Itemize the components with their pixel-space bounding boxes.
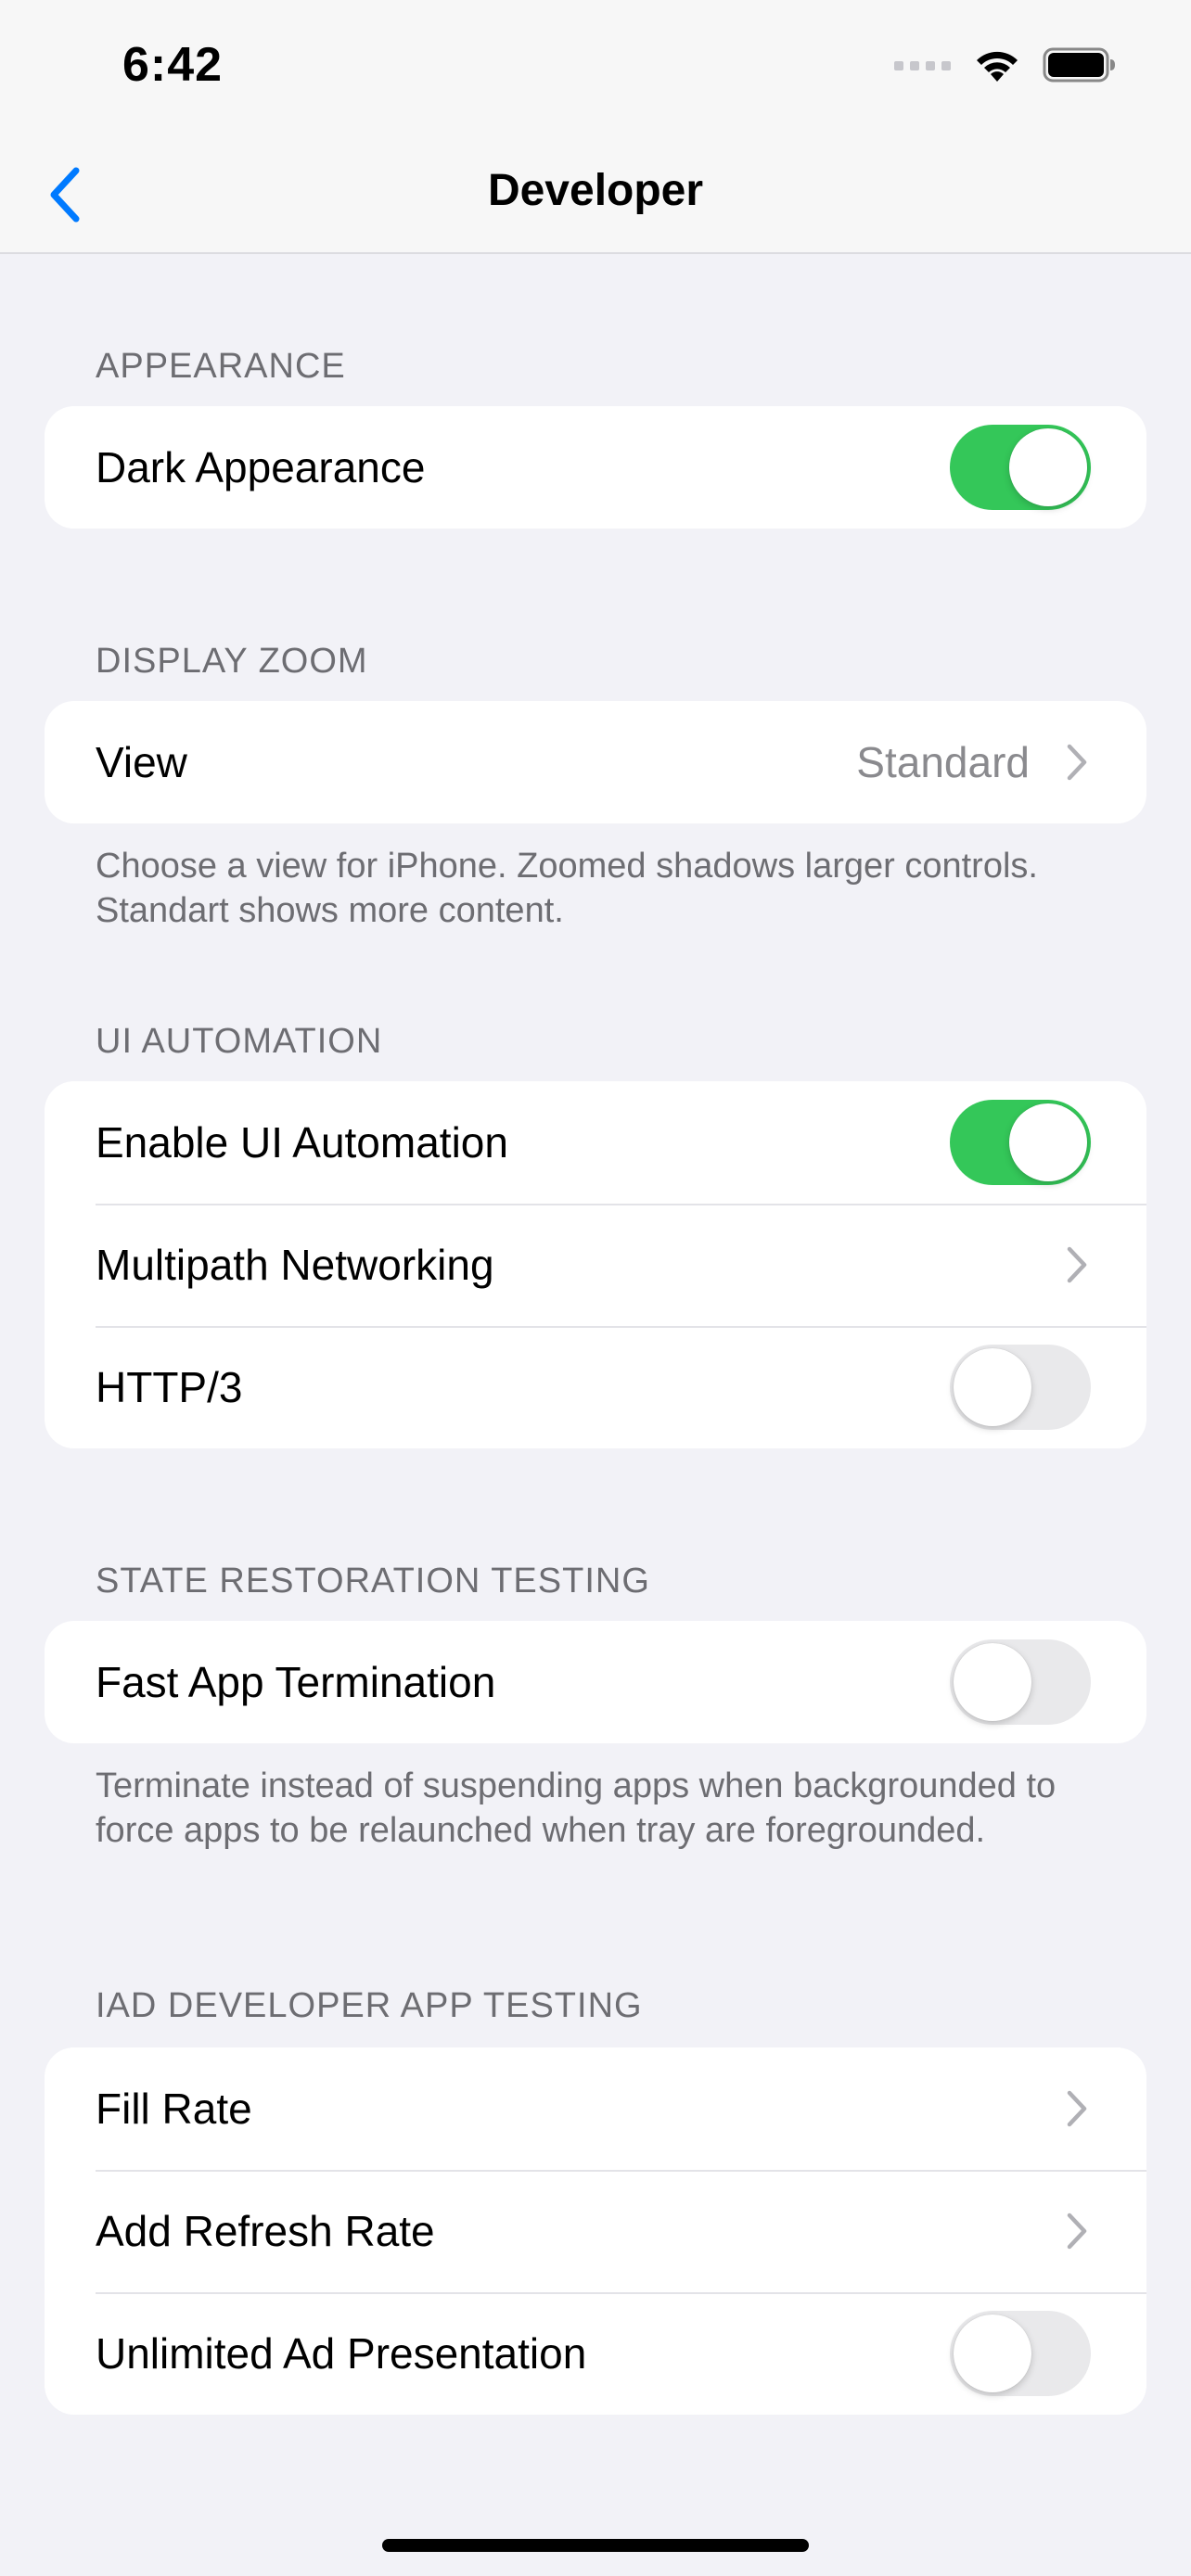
row-http3: HTTP/3 — [45, 1326, 1146, 1448]
row-dark-appearance: Dark Appearance — [45, 406, 1146, 529]
row-fast-app-termination: Fast App Termination — [45, 1621, 1146, 1743]
toggle-knob — [954, 1348, 1031, 1426]
page-title: Developer — [487, 166, 704, 215]
row-add-refresh-rate[interactable]: Add Refresh Rate — [45, 2170, 1146, 2292]
state-restoration-footer: Terminate instead of suspending apps whe… — [96, 1766, 1057, 1850]
group-ui-automation: Enable UI Automation Multipath Networkin… — [45, 1081, 1146, 1448]
group-state-restoration: Fast App Termination — [45, 1621, 1146, 1743]
status-bar: 6:42 — [0, 0, 1191, 139]
row-label: Enable UI Automation — [96, 1118, 508, 1167]
battery-icon — [1043, 46, 1117, 88]
chevron-right-icon — [1063, 2208, 1091, 2254]
toggle-knob — [954, 1643, 1031, 1721]
chevron-right-icon — [1063, 739, 1091, 785]
wifi-icon — [972, 46, 1022, 88]
toggle-knob — [1009, 428, 1087, 506]
fast-app-termination-toggle[interactable] — [950, 1639, 1091, 1725]
section-header-ui-automation: UI AUTOMATION — [96, 1022, 383, 1061]
row-enable-ui-automation: Enable UI Automation — [45, 1081, 1146, 1204]
toggle-knob — [954, 2315, 1031, 2392]
row-label: Dark Appearance — [96, 443, 426, 491]
home-indicator[interactable] — [382, 2539, 809, 2552]
display-zoom-footer: Choose a view for iPhone. Zoomed shadows… — [96, 847, 1038, 930]
http3-toggle[interactable] — [950, 1345, 1091, 1430]
group-display-zoom: View Standard — [45, 701, 1146, 823]
row-label: Multipath Networking — [96, 1241, 494, 1289]
row-fill-rate[interactable]: Fill Rate — [45, 2047, 1146, 2170]
status-icons — [894, 45, 1117, 89]
row-label: View — [96, 738, 187, 786]
navigation-bar: Developer — [0, 139, 1191, 254]
unlimited-ad-presentation-toggle[interactable] — [950, 2311, 1091, 2396]
status-time: 6:42 — [122, 38, 224, 92]
enable-ui-automation-toggle[interactable] — [950, 1100, 1091, 1185]
group-appearance: Dark Appearance — [45, 406, 1146, 529]
row-multipath-networking[interactable]: Multipath Networking — [45, 1204, 1146, 1326]
section-header-display-zoom: DISPLAY ZOOM — [96, 642, 368, 681]
chevron-right-icon — [1063, 2085, 1091, 2132]
chevron-right-icon — [1063, 1242, 1091, 1288]
dark-appearance-toggle[interactable] — [950, 425, 1091, 510]
row-label: Add Refresh Rate — [96, 2207, 435, 2255]
section-header-state-restoration: STATE RESTORATION TESTING — [96, 1562, 650, 1600]
row-value: Standard — [856, 738, 1030, 786]
row-label: Unlimited Ad Presentation — [96, 2329, 587, 2378]
section-header-appearance: APPEARANCE — [96, 347, 346, 386]
row-label: HTTP/3 — [96, 1363, 243, 1411]
row-label: Fill Rate — [96, 2085, 252, 2133]
row-label: Fast App Termination — [96, 1658, 496, 1706]
toggle-knob — [1009, 1103, 1087, 1181]
section-header-iad-testing: IAD DEVELOPER APP TESTING — [96, 1986, 643, 2025]
row-unlimited-ad-presentation: Unlimited Ad Presentation — [45, 2292, 1146, 2415]
row-view[interactable]: View Standard — [45, 701, 1146, 823]
group-iad-testing: Fill Rate Add Refresh Rate Unlimited Ad … — [45, 2047, 1146, 2415]
signal-icon — [894, 58, 952, 76]
